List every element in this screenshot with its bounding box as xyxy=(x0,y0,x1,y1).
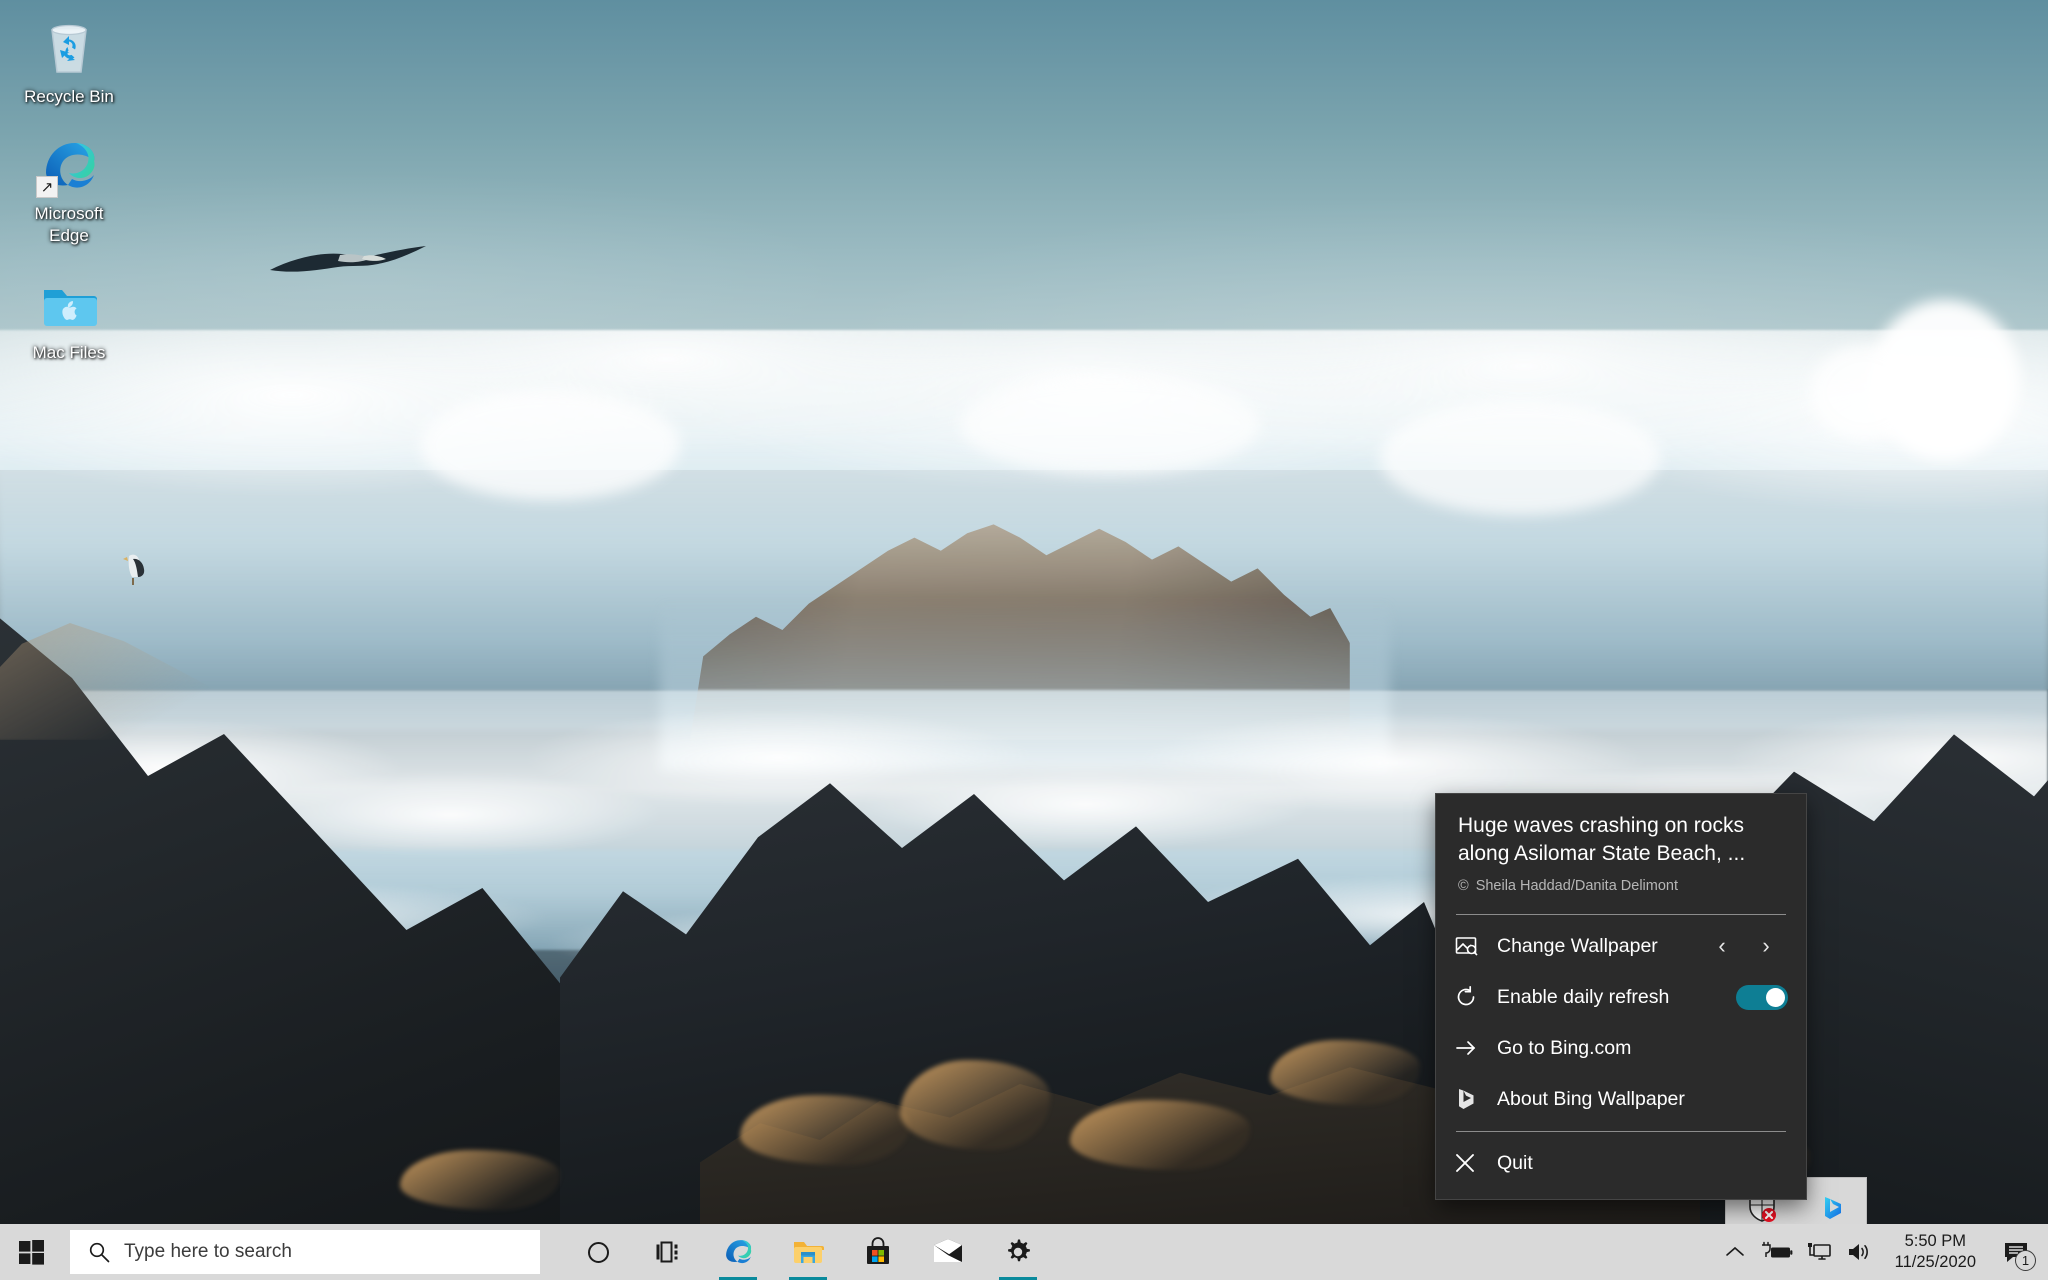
desktop-icon-microsoft-edge[interactable]: ↗ Microsoft Edge xyxy=(10,127,128,252)
wallpaper-nav-controls: ‹ › xyxy=(1700,928,1788,964)
menu-item-change-wallpaper[interactable]: Change Wallpaper ‹ › xyxy=(1436,921,1806,972)
arrow-right-icon xyxy=(1454,1036,1488,1060)
spray-plume xyxy=(1380,400,1660,515)
taskbar-microsoft-edge[interactable] xyxy=(708,1224,768,1280)
speaker-icon xyxy=(1848,1244,1868,1260)
clock-time: 5:50 PM xyxy=(1904,1232,1967,1251)
search-icon xyxy=(89,1242,110,1263)
spray-plume xyxy=(1810,345,1920,440)
bing-logo-icon xyxy=(1454,1087,1488,1111)
search-input[interactable]: Type here to search xyxy=(70,1230,540,1274)
recycle-bin-icon xyxy=(38,18,100,80)
battery-icon[interactable] xyxy=(1752,1224,1800,1280)
menu-divider-top xyxy=(1456,913,1786,915)
spray-plume xyxy=(960,375,1260,475)
bing-wallpaper-context-menu[interactable]: Huge waves crashing on rocks along Asilo… xyxy=(1436,794,1806,1199)
menu-item-label: Go to Bing.com xyxy=(1497,1036,1632,1059)
search-placeholder: Type here to search xyxy=(124,1241,292,1262)
task-view-button[interactable] xyxy=(638,1224,698,1280)
rock-sunlit-highlight xyxy=(900,1060,1050,1150)
close-x-icon xyxy=(1454,1152,1488,1174)
gear-icon xyxy=(1008,1239,1030,1262)
refresh-icon xyxy=(1454,985,1488,1009)
toggle-knob xyxy=(1766,987,1785,1007)
clock-date: 11/25/2020 xyxy=(1894,1253,1976,1271)
menu-item-about-bing-wallpaper[interactable]: About Bing Wallpaper xyxy=(1436,1074,1806,1125)
battery-plug-icon xyxy=(1761,1241,1793,1258)
desktop-icon-grid: Recycle Bin ↗ Microsoft Edge Mac Files xyxy=(10,10,140,383)
desktop-icon-label: Recycle Bin xyxy=(24,87,114,106)
taskbar-mail[interactable] xyxy=(918,1224,978,1280)
rock-sunlit-highlight xyxy=(400,1150,560,1210)
taskbar-file-explorer[interactable] xyxy=(778,1224,838,1280)
copyright-icon: © xyxy=(1458,877,1469,894)
bing-wallpaper-tray-icon[interactable] xyxy=(1818,1194,1846,1227)
seagull-bird xyxy=(123,554,145,585)
file-explorer-icon xyxy=(794,1242,824,1263)
windows-logo-icon xyxy=(18,1239,44,1265)
chevron-up-icon xyxy=(1725,1246,1744,1256)
previous-wallpaper-button[interactable]: ‹ xyxy=(1700,928,1744,964)
task-view-icon xyxy=(656,1241,677,1262)
next-wallpaper-button[interactable]: › xyxy=(1744,928,1788,964)
desktop-icon-label: Mac Files xyxy=(32,342,106,362)
menu-item-label: Change Wallpaper xyxy=(1497,934,1658,957)
menu-header: Huge waves crashing on rocks along Asilo… xyxy=(1436,794,1806,908)
menu-item-label: About Bing Wallpaper xyxy=(1497,1087,1685,1110)
cortana-button[interactable] xyxy=(568,1224,628,1280)
wallpaper-title: Huge waves crashing on rocks along Asilo… xyxy=(1458,814,1746,865)
monitor-network-icon xyxy=(1807,1243,1831,1260)
start-button[interactable] xyxy=(0,1224,62,1280)
menu-item-label: Enable daily refresh xyxy=(1497,985,1670,1008)
pelican-bird xyxy=(270,246,426,272)
desktop-icon-label: Microsoft Edge xyxy=(34,204,104,245)
edge-icon xyxy=(726,1240,752,1264)
credit-text: Sheila Haddad/Danita Delimont xyxy=(1475,877,1679,894)
microsoft-store-icon xyxy=(867,1237,889,1264)
menu-item-label: Quit xyxy=(1497,1151,1533,1174)
menu-item-enable-daily-refresh[interactable]: Enable daily refresh xyxy=(1436,972,1806,1023)
system-tray: 5:50 PM 11/25/2020 1 xyxy=(1718,1224,2048,1280)
spray-plume xyxy=(420,390,680,500)
wallpaper-credit: © Sheila Haddad/Danita Delimont xyxy=(1458,878,1784,894)
folder-apple-icon xyxy=(38,274,100,336)
taskbar-settings[interactable] xyxy=(988,1224,1048,1280)
taskbar-microsoft-store[interactable] xyxy=(848,1224,908,1280)
desktop-icon-mac-files[interactable]: Mac Files xyxy=(10,266,128,369)
action-center-button[interactable]: 1 xyxy=(1990,1224,2042,1280)
cortana-icon xyxy=(587,1241,609,1263)
rock-sunlit-highlight xyxy=(740,1095,910,1165)
desktop-icon-recycle-bin[interactable]: Recycle Bin xyxy=(10,10,128,113)
shortcut-overlay-icon: ↗ xyxy=(36,176,58,199)
taskbar-clock[interactable]: 5:50 PM 11/25/2020 xyxy=(1879,1224,1990,1280)
menu-item-quit[interactable]: Quit xyxy=(1436,1138,1806,1189)
notification-count-badge: 1 xyxy=(2015,1250,2036,1271)
edge-icon: ↗ xyxy=(36,135,100,199)
network-icon[interactable] xyxy=(1800,1224,1839,1280)
image-search-icon xyxy=(1454,934,1488,958)
menu-divider-bottom xyxy=(1456,1130,1786,1132)
taskbar-buttons xyxy=(568,1224,1048,1280)
mail-icon xyxy=(934,1239,962,1262)
volume-icon[interactable] xyxy=(1839,1224,1879,1280)
rock-sunlit-highlight xyxy=(1270,1040,1420,1105)
show-hidden-icons-button[interactable] xyxy=(1718,1224,1752,1280)
menu-item-go-to-bing[interactable]: Go to Bing.com xyxy=(1436,1023,1806,1074)
daily-refresh-toggle[interactable] xyxy=(1736,984,1788,1010)
taskbar[interactable]: Type here to search 5:50 PM 11/25/2020 1 xyxy=(0,1224,2048,1280)
rock-sunlit-highlight xyxy=(1070,1100,1250,1170)
